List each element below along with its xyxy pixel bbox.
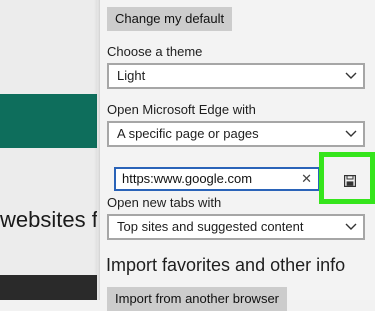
page-footer xyxy=(0,275,97,300)
close-icon[interactable]: ✕ xyxy=(301,169,312,189)
chevron-down-icon xyxy=(345,65,357,80)
save-icon[interactable] xyxy=(344,174,357,192)
new-tabs-select[interactable]: Top sites and suggested content xyxy=(107,214,365,240)
page-text: websites f xyxy=(0,207,97,232)
url-value: https:www.google.com xyxy=(122,171,253,186)
start-page-url-input[interactable]: https:www.google.com ✕ xyxy=(114,167,320,191)
chevron-down-icon xyxy=(345,123,357,138)
theme-value: Light xyxy=(117,68,146,83)
page-banner xyxy=(0,94,97,148)
import-section-title: Import favorites and other info xyxy=(106,255,346,275)
chevron-down-icon xyxy=(345,216,357,231)
theme-label: Choose a theme xyxy=(107,44,203,59)
change-default-button[interactable]: Change my default xyxy=(107,7,233,31)
open-with-value: A specific page or pages xyxy=(117,126,259,141)
new-tabs-value: Top sites and suggested content xyxy=(117,219,304,234)
import-browser-button[interactable]: Import from another browser xyxy=(107,287,288,311)
open-with-select[interactable]: A specific page or pages xyxy=(107,121,365,147)
webpage-background: websites f xyxy=(0,0,97,300)
save-button-highlight[interactable] xyxy=(319,152,375,204)
new-tabs-label: Open new tabs with xyxy=(107,195,222,210)
theme-select[interactable]: Light xyxy=(107,63,365,89)
open-with-label: Open Microsoft Edge with xyxy=(107,102,256,117)
